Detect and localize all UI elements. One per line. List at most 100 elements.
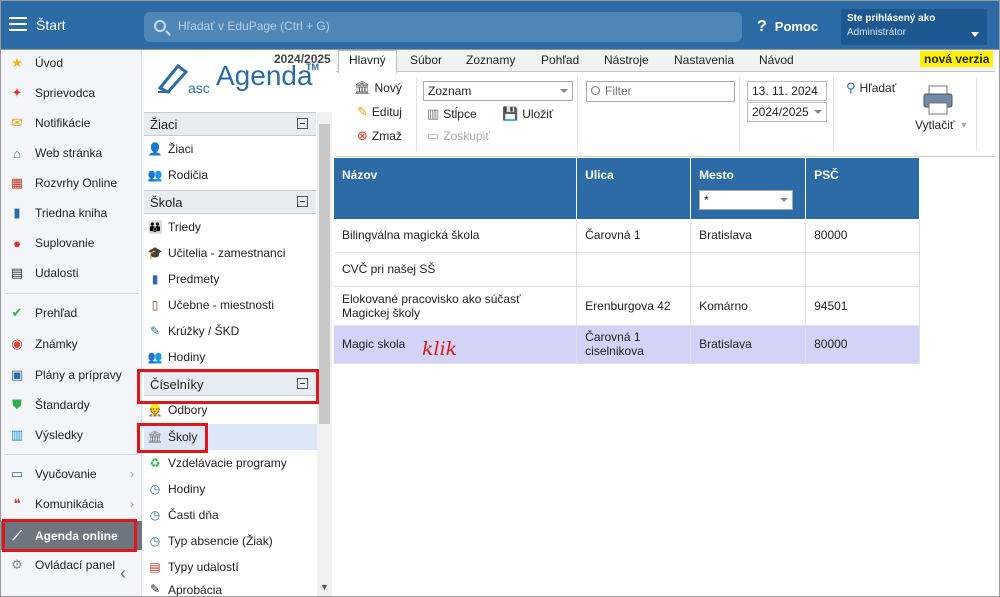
columns-button[interactable]: ▥ Stĺpce xyxy=(427,106,477,122)
group-button[interactable]: ▭ Zoskupiť xyxy=(427,128,490,144)
sub-item-vzdelavacie-programy[interactable]: ♻ Vzdelávacie programy xyxy=(144,450,316,476)
sub-item-kruzky[interactable]: ✎ Krúžky / ŠKD xyxy=(144,318,316,344)
briefcase-icon: ▣ xyxy=(10,367,24,382)
tab-hlavny[interactable]: Hlavný xyxy=(338,50,397,73)
filter-input[interactable] xyxy=(605,84,725,98)
edit-icon: ✎ xyxy=(357,104,368,119)
delete-icon: ⊗ xyxy=(357,128,368,143)
nav-uvod[interactable]: ★ Úvod xyxy=(1,50,142,76)
collapse-minus-icon[interactable] xyxy=(297,118,308,129)
chevron-right-icon: › xyxy=(130,497,134,511)
cell-nazov: Elokované pracovisko ako súčasť Magickej… xyxy=(334,286,578,326)
tab-subor[interactable]: Súbor xyxy=(410,53,442,67)
user-line1: Ste prihlásený ako xyxy=(847,13,936,24)
search-input[interactable] xyxy=(178,19,718,33)
tab-nastroje[interactable]: Nástroje xyxy=(604,53,649,67)
cell-psc: 80000 xyxy=(805,325,920,364)
sub-item-hodiny-ciselnik[interactable]: ◷ Hodiny xyxy=(144,476,316,502)
question-icon: ? xyxy=(757,18,767,35)
new-button[interactable]: 🏛 Nový xyxy=(354,80,402,96)
student-icon: 👤 xyxy=(147,142,163,156)
columns-icon: ▥ xyxy=(427,106,440,121)
delete-button[interactable]: ⊗ Zmaž xyxy=(357,128,402,144)
find-button[interactable]: ⚲ Hľadať xyxy=(846,80,896,96)
sub-item-triedy[interactable]: 👪 Triedy xyxy=(144,214,316,240)
nav-rozvrhy[interactable]: ▦ Rozvrhy Online xyxy=(1,170,142,196)
agenda-sidebar: 2024/2025 asc Agenda TM Žiaci 👤 Žiaci 👥 Ro… xyxy=(142,50,332,597)
filter-box[interactable] xyxy=(586,81,735,102)
program-icon: ♻ xyxy=(149,456,161,470)
sub-item-predmety[interactable]: ▮ Predmety xyxy=(144,266,316,292)
dropdown-arrow-icon: ▼ xyxy=(959,120,969,130)
nav-znamky[interactable]: ◉ Známky xyxy=(1,331,142,357)
table-row[interactable]: Bilingválna magická škola Čarovná 1 Brat… xyxy=(334,219,920,253)
sub-item-typy-udalosti[interactable]: ▤ Typy udalostí xyxy=(144,554,316,580)
column-header-nazov[interactable]: Názov xyxy=(334,158,578,219)
tab-zoznamy[interactable]: Zoznamy xyxy=(466,53,515,67)
start-label[interactable]: Štart xyxy=(36,17,66,33)
hamburger-menu-icon[interactable] xyxy=(9,17,27,31)
date-field[interactable]: 13. 11. 2024 xyxy=(747,81,827,101)
user-menu[interactable]: Ste prihlásený ako Administrátor xyxy=(841,9,987,45)
nav-udalosti[interactable]: ▤ Udalosti xyxy=(1,260,142,286)
nav-suplovanie[interactable]: ● Suplovanie xyxy=(1,230,142,256)
envelope-icon: ✉ xyxy=(11,115,23,130)
tab-navod[interactable]: Návod xyxy=(759,53,794,67)
cell-mesto: Bratislava xyxy=(690,325,807,364)
bar-chart-icon: ▥ xyxy=(10,427,24,442)
sub-item-ucebne[interactable]: ▯ Učebne - miestnosti xyxy=(144,292,316,318)
toolbar-separator xyxy=(577,77,578,151)
sub-item-typ-absencie[interactable]: ◷ Typ absencie (Žiak) xyxy=(144,528,316,554)
nav-triedna-kniha[interactable]: ▮ Triedna kniha xyxy=(1,200,142,226)
mesto-filter-select[interactable]: * xyxy=(699,190,794,210)
cell-psc xyxy=(805,252,920,287)
calendar-icon: ▤ xyxy=(10,265,24,280)
sub-item-casti-dna[interactable]: ◷ Časti dňa xyxy=(144,502,316,528)
cell-ulica: Erenburgova 42 xyxy=(576,286,692,326)
view-select[interactable]: Zoznam xyxy=(423,81,573,101)
open-book-icon: ▭ xyxy=(10,466,24,481)
scroll-down-icon[interactable]: ▼ xyxy=(320,582,329,592)
sub-item-aprobacia[interactable]: ✎ Aprobácia xyxy=(144,580,316,597)
sub-item-ziaci[interactable]: 👤 Žiaci xyxy=(144,136,316,162)
nav-vyucovanie[interactable]: ▭ Vyučovanie › xyxy=(1,461,142,487)
print-button[interactable]: Vytlačiť ▼ xyxy=(915,118,968,132)
global-search[interactable] xyxy=(144,12,742,42)
table-row[interactable]: CVČ pri našej SŠ xyxy=(334,252,920,287)
year-select[interactable]: 2024/2025 xyxy=(747,102,827,122)
tab-pohlad[interactable]: Pohľad xyxy=(541,53,579,67)
collapse-minus-icon[interactable] xyxy=(297,196,308,207)
search-icon xyxy=(154,20,166,32)
new-version-badge[interactable]: nová verzia xyxy=(920,51,994,67)
nav-sprievodca[interactable]: ✦ Sprievodca xyxy=(1,80,142,106)
nav-komunikacia[interactable]: ❝ Komunikácia › xyxy=(1,491,142,517)
tab-nastavenia[interactable]: Nastavenia xyxy=(674,53,734,67)
column-header-psc[interactable]: PSČ xyxy=(805,158,920,219)
column-header-ulica[interactable]: Ulica xyxy=(576,158,692,219)
save-button[interactable]: 💾 Uložiť xyxy=(502,106,553,122)
scrollbar-thumb[interactable] xyxy=(319,124,330,424)
section-skola[interactable]: Škola xyxy=(144,190,316,214)
cell-psc: 94501 xyxy=(805,286,920,326)
sub-item-rodicia[interactable]: 👥 Rodičia xyxy=(144,162,316,188)
section-ziaci[interactable]: Žiaci xyxy=(144,112,316,136)
table-row[interactable]: Elokované pracovisko ako súčasť Magickej… xyxy=(334,286,920,326)
agenda-sidebar-scrollbar[interactable]: ▼ xyxy=(317,112,332,597)
help-button[interactable]: ? Pomoc xyxy=(757,18,818,36)
sub-item-ucitelia[interactable]: 🎓 Učitelia - zamestnanci xyxy=(144,240,316,266)
sub-item-hodiny[interactable]: 👥 Hodiny xyxy=(144,344,316,370)
nav-standardy[interactable]: ⛊ Štandardy xyxy=(1,392,142,418)
nav-plany[interactable]: ▣ Plány a prípravy xyxy=(1,362,142,388)
printer-icon[interactable] xyxy=(922,84,954,116)
nav-web-stranka[interactable]: ⌂ Web stránka xyxy=(1,140,142,166)
class-icon: 👪 xyxy=(147,220,163,234)
highlight-skoly xyxy=(137,423,208,453)
nav-notifikacie[interactable]: ✉ Notifikácie xyxy=(1,110,142,136)
nav-prehlad[interactable]: ✔ Prehľad xyxy=(1,300,142,326)
group-icon: ▭ xyxy=(427,128,440,143)
nav-vysledky[interactable]: ▥ Výsledky xyxy=(1,422,142,448)
top-bar: Štart ?Pomoc Ste prihlásený ako Administ… xyxy=(0,0,1000,50)
edit-button[interactable]: ✎ Edituj xyxy=(357,104,402,120)
collapse-sidebar-icon[interactable]: ‹ xyxy=(120,563,126,584)
column-header-mesto[interactable]: Mesto * xyxy=(690,158,807,219)
